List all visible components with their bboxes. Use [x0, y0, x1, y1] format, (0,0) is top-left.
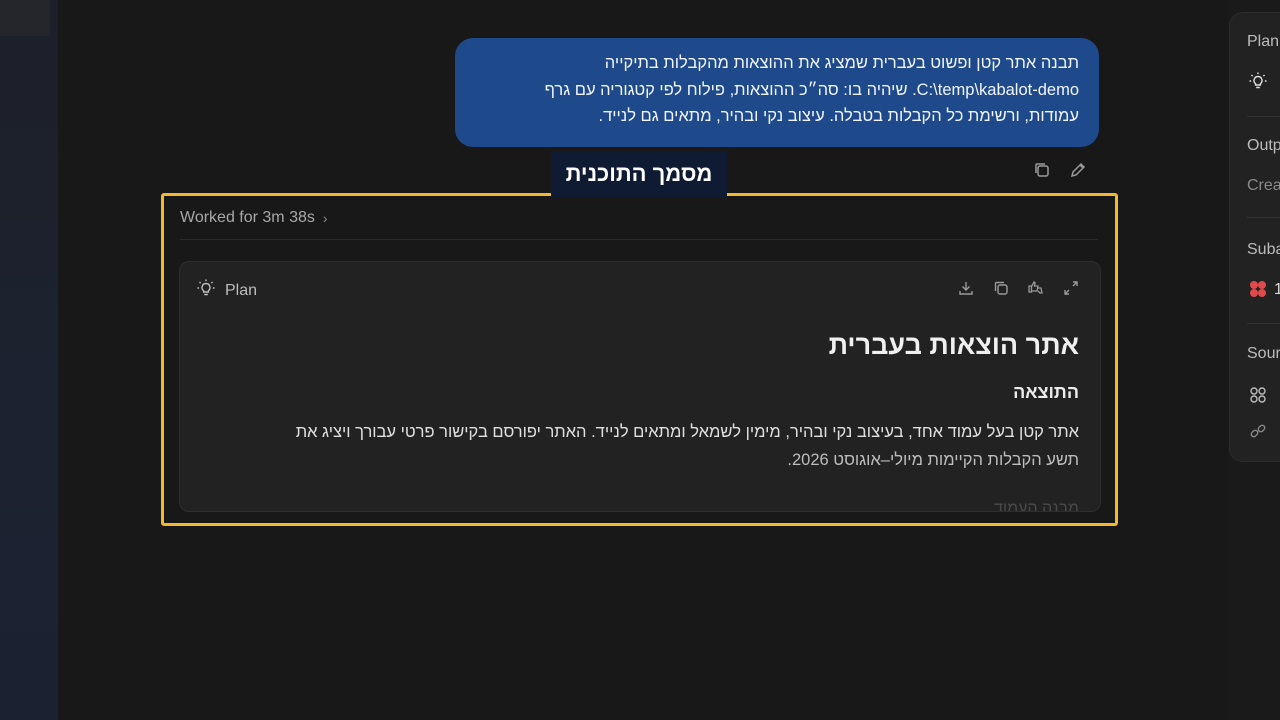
user-message-bubble: תבנה אתר קטן ופשוט בעברית שמציג את ההוצא…	[455, 38, 1099, 147]
panel-plan-label[interactable]: Plan	[1247, 33, 1279, 51]
panel-subagents-label[interactable]: Suba	[1247, 241, 1280, 259]
panel-divider	[1247, 217, 1280, 218]
panel-output-label[interactable]: Outp	[1247, 137, 1280, 155]
highlight-frame	[161, 193, 1118, 526]
user-message-line-2-rest: . שיהיה בו: סה״כ ההוצאות, פילוח לפי קטגו…	[544, 80, 917, 99]
user-message-line-1: תבנה אתר קטן ופשוט בעברית שמציג את ההוצא…	[604, 54, 1079, 72]
left-sidebar-strip	[0, 0, 58, 720]
pencil-icon[interactable]	[1068, 160, 1088, 180]
user-message-line-3: עמודות, ורשימת כל הקבלות בטבלה. עיצוב נק…	[598, 107, 1080, 125]
panel-sources-label[interactable]: Sour	[1247, 345, 1280, 363]
sidebar-notch	[0, 0, 50, 36]
link-icon	[1248, 421, 1268, 441]
overlay-caption: מסמך התוכנית	[551, 151, 727, 197]
subagents-icon	[1248, 279, 1268, 299]
copy-icon[interactable]	[1032, 160, 1052, 180]
user-message-line-2: C:\temp\kabalot-demo. שיהיה בו: סה״כ ההו…	[475, 77, 1079, 104]
command-icon	[1248, 385, 1268, 405]
panel-divider	[1247, 116, 1280, 117]
lightbulb-icon	[1248, 71, 1268, 91]
message-actions	[1032, 160, 1088, 180]
folder-path: C:\temp\kabalot-demo	[916, 80, 1079, 99]
subagents-count: 1	[1274, 281, 1280, 299]
panel-create-label[interactable]: Crea	[1247, 177, 1280, 195]
right-side-panel: Plan Outp Crea Suba 1 Sour	[1229, 12, 1280, 462]
panel-divider	[1247, 323, 1280, 324]
